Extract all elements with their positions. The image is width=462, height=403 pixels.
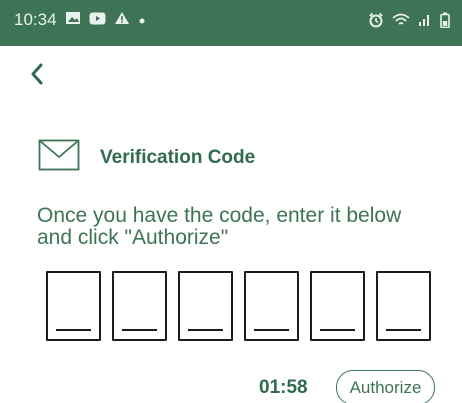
code-digit-5[interactable] — [310, 271, 365, 341]
code-digit-underline — [254, 329, 289, 331]
countdown-timer: 01:58 — [259, 377, 308, 398]
code-digit-underline — [386, 329, 421, 331]
page-title: Verification Code — [100, 146, 256, 168]
instructions-text: Once you have the code, enter it below a… — [37, 204, 402, 249]
code-input-group — [46, 271, 431, 341]
status-bar: 10:34 — [0, 0, 462, 46]
code-digit-underline — [122, 329, 157, 331]
status-bar-right — [368, 12, 450, 33]
code-digit-6[interactable] — [376, 271, 431, 341]
code-digit-3[interactable] — [178, 271, 233, 341]
code-digit-1[interactable] — [46, 271, 101, 341]
back-button[interactable] — [22, 58, 52, 94]
battery-icon — [440, 12, 450, 33]
code-digit-4[interactable] — [244, 271, 299, 341]
verification-header: Verification Code — [38, 139, 255, 176]
alarm-icon — [368, 12, 384, 33]
chevron-left-icon — [30, 63, 44, 90]
mail-icon — [38, 139, 80, 176]
code-digit-underline — [56, 329, 91, 331]
status-time: 10:34 — [14, 10, 57, 29]
authorize-button[interactable]: Authorize — [336, 370, 435, 403]
code-digit-underline — [320, 329, 355, 331]
code-digit-2[interactable] — [112, 271, 167, 341]
image-icon — [65, 10, 81, 30]
signal-icon — [418, 13, 432, 32]
youtube-icon — [89, 10, 106, 30]
code-digit-underline — [188, 329, 223, 331]
dot-icon — [138, 10, 146, 30]
warning-icon — [114, 10, 130, 30]
wifi-icon — [392, 13, 410, 32]
status-bar-left: 10:34 — [14, 10, 146, 30]
